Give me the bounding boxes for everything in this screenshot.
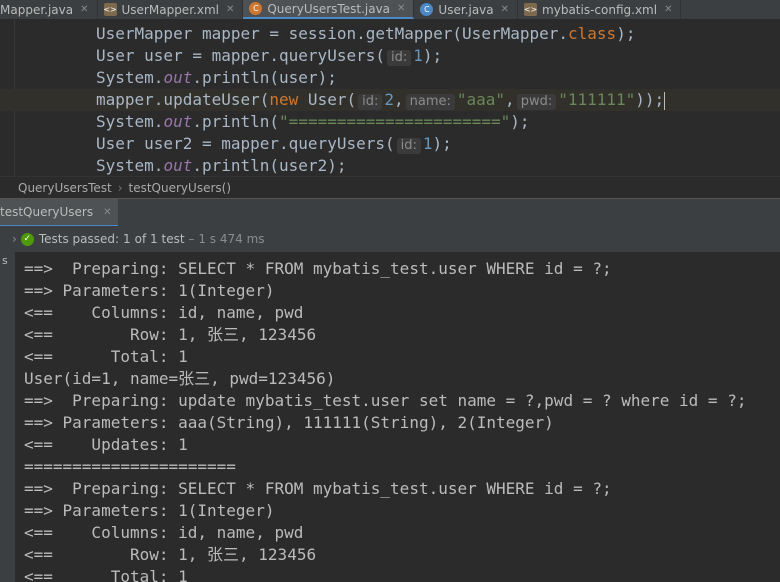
tab-label: User.java — [438, 2, 494, 17]
close-icon[interactable]: ✕ — [226, 4, 234, 15]
code-line: User user = mapper.queryUsers(id: 1); — [96, 46, 443, 66]
status-suffix: of 1 test — [134, 232, 185, 246]
console-line: ==> Parameters: 1(Integer) — [24, 501, 275, 520]
tab-label: UserMapper.xml — [121, 2, 219, 17]
xml-file-icon: <> — [103, 3, 117, 16]
parameter-hint: id: — [396, 138, 421, 154]
console-line: User(id=1, name=张三, pwd=123456) — [24, 369, 336, 388]
code-line: UserMapper mapper = session.getMapper(Us… — [96, 24, 636, 43]
console-line: ====================== — [24, 457, 236, 476]
parameter-hint: name: — [405, 94, 455, 110]
close-icon[interactable]: ✕ — [397, 3, 405, 14]
text-caret — [664, 91, 666, 110]
code-line: System.out.println(user); — [96, 68, 337, 87]
rerun-icon[interactable]: s — [2, 254, 8, 267]
chevron-right-icon: › — [117, 180, 123, 195]
tab-label: Mapper.java — [0, 2, 74, 17]
status-prefix: Tests passed: — [38, 232, 120, 246]
tab-queryuserstest-java[interactable]: C QueryUsersTest.java ✕ — [243, 0, 415, 19]
code-line: User user2 = mapper.queryUsers(id: 1); — [96, 134, 452, 154]
console-line: ==> Parameters: 1(Integer) — [24, 281, 275, 300]
console-line: <== Columns: id, name, pwd — [24, 303, 304, 322]
console-line: ==> Preparing: update mybatis_test.user … — [24, 391, 747, 410]
tab-label: QueryUsersTest.java — [267, 1, 391, 16]
parameter-hint: id: — [358, 94, 383, 110]
close-icon[interactable]: ✕ — [501, 4, 509, 15]
code-editor[interactable]: UserMapper mapper = session.getMapper(Us… — [0, 20, 780, 176]
console-line: <== Row: 1, 张三, 123456 — [24, 325, 317, 344]
code-line-current: mapper.updateUser(new User(id: 2, name: "aa… — [0, 89, 780, 111]
java-class-icon: C — [420, 3, 434, 16]
tab-mybatis-config-xml[interactable]: <> mybatis-config.xml ✕ — [518, 0, 682, 19]
editor-tab-bar: Mapper.java ✕ <> UserMapper.xml ✕ C Quer… — [0, 0, 780, 20]
tab-run-testqueryusers[interactable]: testQueryUsers ✕ — [0, 199, 118, 227]
console-line: ==> Preparing: SELECT * FROM mybatis_tes… — [24, 479, 612, 498]
console-output[interactable]: ==> Preparing: SELECT * FROM mybatis_tes… — [14, 252, 780, 582]
console-line: ==> Preparing: SELECT * FROM mybatis_tes… — [24, 259, 612, 278]
console-line: <== Total: 1 — [24, 567, 188, 582]
breadcrumb-class[interactable]: QueryUsersTest — [18, 181, 112, 195]
code-line: System.out.println(user2); — [96, 156, 347, 175]
run-tool-window-header: testQueryUsers ✕ — [0, 198, 780, 227]
test-class-icon: C — [249, 2, 263, 15]
close-icon[interactable]: ✕ — [103, 207, 111, 218]
console-line: <== Total: 1 — [24, 347, 188, 366]
tab-usermapper-xml[interactable]: <> UserMapper.xml ✕ — [98, 0, 244, 19]
console-line: <== Row: 1, 张三, 123456 — [24, 545, 317, 564]
console-line: <== Updates: 1 — [24, 435, 188, 454]
check-icon: ✓ — [20, 232, 34, 246]
tab-label: mybatis-config.xml — [542, 2, 658, 17]
tab-mapper-java[interactable]: Mapper.java ✕ — [0, 0, 98, 19]
xml-file-icon: <> — [523, 3, 538, 16]
tab-user-java[interactable]: C User.java ✕ — [414, 0, 519, 19]
code-line: System.out.println("====================… — [96, 112, 530, 131]
breadcrumb: QueryUsersTest › testQueryUsers() — [0, 176, 780, 198]
close-icon[interactable]: ✕ — [80, 4, 88, 15]
parameter-hint: id: — [386, 50, 412, 66]
run-tab-label: testQueryUsers — [0, 205, 94, 219]
chevron-down-icon[interactable]: › — [12, 232, 17, 246]
console-line: ==> Parameters: aaa(String), 111111(Stri… — [24, 413, 554, 432]
run-toolbar-strip: s — [0, 252, 14, 582]
breadcrumb-method[interactable]: testQueryUsers() — [129, 181, 231, 195]
parameter-hint: pwd: — [516, 94, 557, 110]
status-time: – 1 s 474 ms — [188, 232, 265, 246]
test-status-bar: › ✓ Tests passed: 1 of 1 test – 1 s 474 … — [0, 226, 780, 252]
close-icon[interactable]: ✕ — [664, 4, 672, 15]
status-count: 1 — [123, 232, 131, 246]
console-line: <== Columns: id, name, pwd — [24, 523, 304, 542]
